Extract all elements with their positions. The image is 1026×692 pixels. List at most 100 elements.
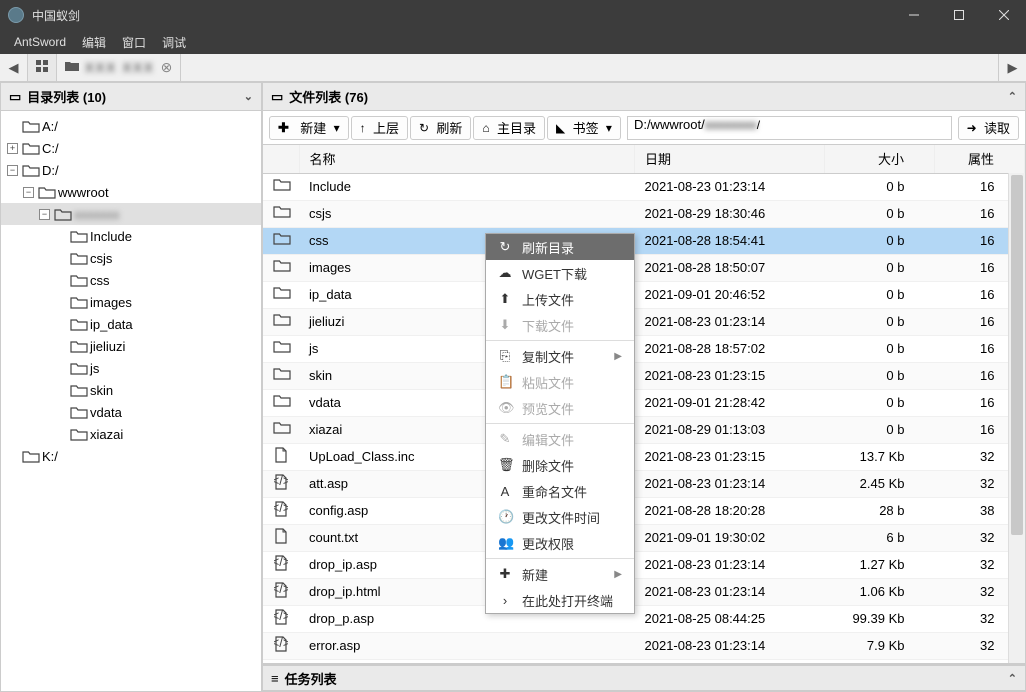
svg-text:</>: </> (274, 474, 288, 488)
table-row[interactable]: jieliuzi2021-08-23 01:23:140 b16 (263, 308, 1025, 335)
row-date: 2021-08-28 18:54:41 (635, 227, 825, 254)
tab-next-button[interactable]: ▶ (998, 54, 1026, 81)
table-row[interactable]: UpLoad_Class.inc2021-08-23 01:23:1513.7 … (263, 443, 1025, 470)
menu-antsword[interactable]: AntSword (6, 32, 74, 52)
expander-none (55, 319, 66, 330)
col-attr[interactable]: 属性 (935, 145, 1025, 173)
path-input[interactable]: D:/wwwroot/xxxxxxxx/ (627, 116, 952, 140)
tree-item[interactable]: K:/ (1, 445, 261, 467)
table-row[interactable]: </>att.asp2021-08-23 01:23:142.45 Kb32 (263, 470, 1025, 497)
file-panel-header[interactable]: ▭ 文件列表 (76) ⌃ (263, 83, 1025, 111)
tab-filemanager[interactable]: XXX XXX ⊗ (57, 54, 181, 81)
tree-item[interactable]: −D:/ (1, 159, 261, 181)
tree-item[interactable]: −wwwroot (1, 181, 261, 203)
scrollbar-thumb[interactable] (1011, 175, 1023, 535)
directory-panel-header[interactable]: ▭ 目录列表 (10) ⌄ (1, 83, 261, 111)
folder-icon (70, 428, 86, 440)
tree-item[interactable]: Include (1, 225, 261, 247)
row-size: 0 b (825, 362, 935, 389)
tab-home[interactable] (28, 54, 57, 81)
task-panel-header[interactable]: ≡ 任务列表 ⌃ (263, 665, 1025, 691)
table-row[interactable]: count.txt2021-09-01 19:30:026 b32 (263, 524, 1025, 551)
context-menu-item[interactable]: 👥更改权限 (486, 530, 634, 556)
table-row[interactable]: css2021-08-28 18:54:410 b16 (263, 227, 1025, 254)
table-row[interactable]: xiazai2021-08-29 01:13:030 b16 (263, 416, 1025, 443)
tree-item-label: xxxxxxx (74, 207, 120, 222)
tree-item-label: ip_data (90, 317, 133, 332)
row-icon: </> (263, 632, 299, 659)
row-date: 2021-08-23 01:23:14 (635, 308, 825, 335)
col-date[interactable]: 日期 (635, 145, 825, 173)
tree-item[interactable]: jieliuzi (1, 335, 261, 357)
col-icon[interactable] (263, 145, 299, 173)
table-row[interactable]: </>drop_ip.asp2021-08-23 01:23:141.27 Kb… (263, 551, 1025, 578)
home-button[interactable]: ⌂ 主目录 (473, 116, 545, 140)
table-row[interactable]: ip_data2021-09-01 20:46:520 b16 (263, 281, 1025, 308)
table-row[interactable]: skin2021-08-23 01:23:150 b16 (263, 362, 1025, 389)
row-size: 0 b (825, 308, 935, 335)
expander-minus-icon[interactable]: − (7, 165, 18, 176)
tree-item[interactable]: csjs (1, 247, 261, 269)
tree-item[interactable]: ip_data (1, 313, 261, 335)
context-menu-item[interactable]: ⎘复制文件▶ (486, 343, 634, 369)
context-menu-item[interactable]: 🗑删除文件 (486, 452, 634, 478)
col-size[interactable]: 大小 (825, 145, 935, 173)
bookmark-button[interactable]: ◣ 书签 ▾ (547, 116, 621, 140)
tree-item[interactable]: vdata (1, 401, 261, 423)
expander-minus-icon[interactable]: − (39, 209, 50, 220)
tree-item[interactable]: +C:/ (1, 137, 261, 159)
table-row[interactable]: csjs2021-08-29 18:30:460 b16 (263, 200, 1025, 227)
menu-debug[interactable]: 调试 (154, 31, 194, 54)
tree-item[interactable]: xiazai (1, 423, 261, 445)
maximize-button[interactable] (936, 0, 981, 30)
tree-item[interactable]: js (1, 357, 261, 379)
col-name[interactable]: 名称 (299, 145, 635, 173)
file-icon: ▭ (271, 89, 283, 105)
tab-prev-button[interactable]: ◀ (0, 54, 28, 81)
context-menu-item[interactable]: ☁WGET下载 (486, 260, 634, 286)
file-panel-title: 文件列表 (76) (289, 87, 368, 106)
tab-close-icon[interactable]: ⊗ (161, 59, 173, 76)
expander-plus-icon[interactable]: + (7, 143, 18, 154)
vertical-scrollbar[interactable] (1008, 173, 1025, 663)
expander-minus-icon[interactable]: − (23, 187, 34, 198)
expander-none (7, 121, 18, 132)
table-row[interactable]: js2021-08-28 18:57:020 b16 (263, 335, 1025, 362)
table-row[interactable]: Include2021-08-23 01:23:140 b16 (263, 173, 1025, 200)
table-row[interactable]: </>config.asp2021-08-28 18:20:2828 b38 (263, 497, 1025, 524)
file-toolbar: ✚ 新建 ▾ ↑ 上层 ↻ 刷新 ⌂ 主目录 ◣ 书签 ▾ D:/wwwroot… (263, 111, 1025, 145)
context-menu-item[interactable]: ✚新建▶ (486, 561, 634, 587)
task-panel: ≡ 任务列表 ⌃ (262, 664, 1026, 692)
tree-item[interactable]: − xxxxxxx (1, 203, 261, 225)
tree-item[interactable]: css (1, 269, 261, 291)
table-row[interactable]: </>drop_ip.html2021-08-23 01:23:141.06 K… (263, 578, 1025, 605)
menu-item-label: 复制文件 (522, 347, 574, 366)
tree-item[interactable]: skin (1, 379, 261, 401)
menu-edit[interactable]: 编辑 (74, 31, 114, 54)
row-size: 0 b (825, 416, 935, 443)
table-row[interactable]: images2021-08-28 18:50:070 b16 (263, 254, 1025, 281)
context-menu-item[interactable]: ↻刷新目录 (486, 234, 634, 260)
row-icon: </> (263, 470, 299, 497)
menu-window[interactable]: 窗口 (114, 31, 154, 54)
table-row[interactable]: </>error.asp2021-08-23 01:23:147.9 Kb32 (263, 632, 1025, 659)
context-menu-item[interactable]: A重命名文件 (486, 478, 634, 504)
chevron-down-icon: ⌄ (244, 90, 253, 103)
context-menu-item[interactable]: 🕐更改文件时间 (486, 504, 634, 530)
table-row[interactable]: vdata2021-09-01 21:28:420 b16 (263, 389, 1025, 416)
refresh-button[interactable]: ↻ 刷新 (410, 116, 471, 140)
close-button[interactable] (981, 0, 1026, 30)
context-menu-item[interactable]: ⬆上传文件 (486, 286, 634, 312)
tree-item[interactable]: images (1, 291, 261, 313)
folder-icon (22, 450, 38, 462)
table-row[interactable]: </>drop_p.asp2021-08-25 08:44:2599.39 Kb… (263, 605, 1025, 632)
menu-item-label: 新建 (522, 565, 548, 584)
read-button[interactable]: ➜ 读取 (958, 116, 1019, 140)
tree-item[interactable]: A:/ (1, 115, 261, 137)
minimize-button[interactable] (891, 0, 936, 30)
up-button[interactable]: ↑ 上层 (351, 116, 408, 140)
context-menu-item[interactable]: ›在此处打开终端 (486, 587, 634, 613)
new-button[interactable]: ✚ 新建 ▾ (269, 116, 349, 140)
directory-tree[interactable]: A:/+C:/−D:/−wwwroot−xxxxxxxIncludecsjscs… (1, 111, 261, 691)
svg-text:</>: </> (274, 582, 288, 596)
